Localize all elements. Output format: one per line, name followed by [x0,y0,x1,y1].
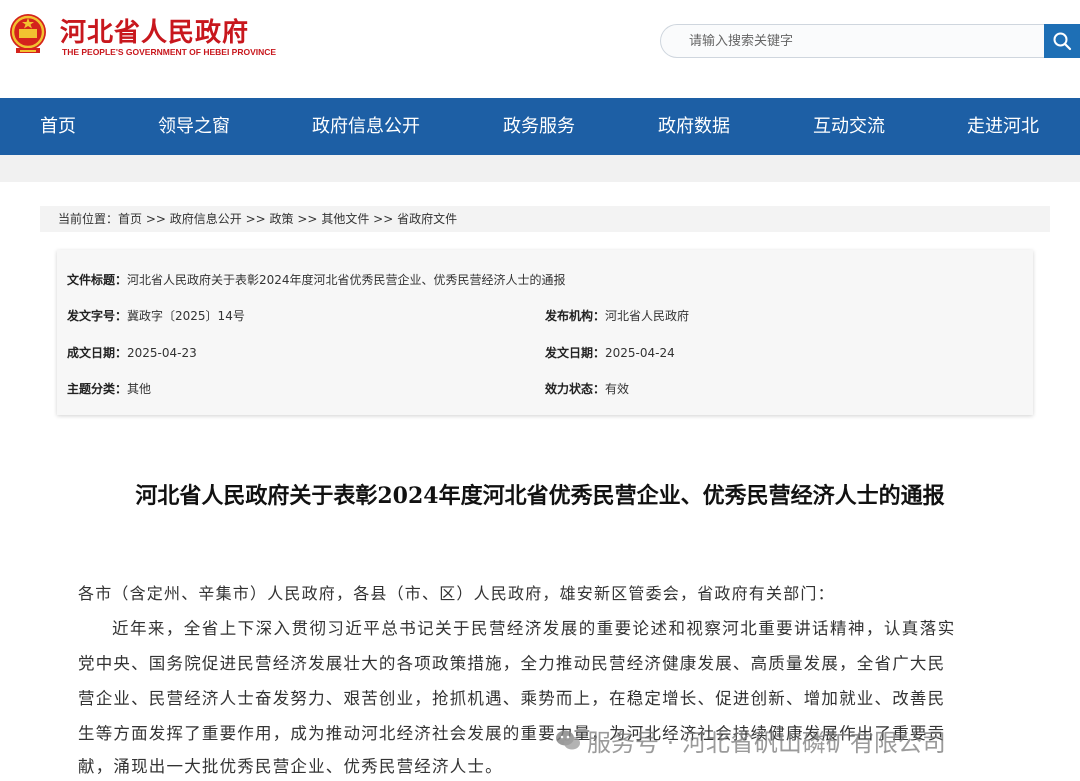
search-icon [1053,32,1072,51]
search-input[interactable] [661,25,1046,57]
document-salutation: 各市（含定州、辛集市）人民政府，各县（市、区）人民政府，雄安新区管委会，省政府有… [78,584,835,603]
search-box [660,24,1046,58]
site-header: 河北省人民政府 THE PEOPLE'S GOVERNMENT OF HEBEI… [0,0,1080,98]
breadcrumb-label: 当前位置： [58,212,119,226]
nav-shadow-band [0,155,1080,182]
breadcrumb-separator: >> [142,212,170,226]
document-body-line: 党中央、国务院促进民营经济发展壮大的各项政策措施，全力推动民营经济健康发展、高质… [78,654,946,673]
wechat-icon [556,730,580,750]
breadcrumb-separator: >> [241,212,270,226]
nav-item-data[interactable]: 政府数据 [658,98,730,155]
breadcrumb-separator: >> [293,212,322,226]
breadcrumb: 当前位置：首页 >> 政府信息公开 >> 政策 >> 其他文件 >> 省政府文件 [40,206,1050,232]
nav-item-interaction[interactable]: 互动交流 [813,98,885,155]
meta-status-value: 有效 [605,382,630,396]
breadcrumb-link-other-docs[interactable]: 其他文件 [321,212,369,226]
breadcrumb-link-home[interactable]: 首页 [118,212,142,226]
meta-status-label: 效力状态： [545,382,606,396]
meta-published-row: 发文日期：2025-04-24 [545,344,675,361]
main-nav: 首页 领导之窗 政府信息公开 政务服务 政府数据 互动交流 走进河北 [0,98,1080,155]
meta-created-label: 成文日期： [67,346,128,360]
wechat-watermark: 服务号 · 河北省矾山磷矿有限公司 [555,722,946,758]
meta-doc-no-value: 冀政字〔2025〕14号 [127,309,245,323]
document-body-line: 献，涌现出一大批优秀民营企业、优秀民营经济人士。 [78,757,503,776]
breadcrumb-separator: >> [369,212,398,226]
search-button[interactable] [1044,24,1080,58]
meta-issuer-value: 河北省人民政府 [605,309,690,323]
document-body-line: 营企业、民营经济人士奋发努力、艰苦创业，抢抓机遇、乘势而上，在稳定增长、促进创新… [78,689,946,708]
meta-title-row: 文件标题：河北省人民政府关于表彰2024年度河北省优秀民营企业、优秀民营经济人士… [67,271,566,288]
watermark-text: 服务号 · 河北省矾山磷矿有限公司 [587,728,946,757]
meta-created-value: 2025-04-23 [127,346,197,360]
breadcrumb-link-policy[interactable]: 政策 [270,212,294,226]
meta-category-row: 主题分类：其他 [67,380,151,397]
meta-status-row: 效力状态：有效 [545,380,629,397]
breadcrumb-link-provincial-docs[interactable]: 省政府文件 [397,212,457,226]
meta-doc-no-row: 发文字号：冀政字〔2025〕14号 [67,307,245,324]
national-emblem-icon[interactable] [8,12,48,56]
meta-created-row: 成文日期：2025-04-23 [67,344,197,361]
site-name-english: THE PEOPLE'S GOVERNMENT OF HEBEI PROVINC… [62,47,277,57]
meta-doc-no-label: 发文字号： [67,309,128,323]
meta-title-value: 河北省人民政府关于表彰2024年度河北省优秀民营企业、优秀民营经济人士的通报 [127,273,566,287]
nav-item-services[interactable]: 政务服务 [503,98,575,155]
meta-published-value: 2025-04-24 [605,346,675,360]
site-name[interactable]: 河北省人民政府 [60,12,249,49]
nav-item-leaders[interactable]: 领导之窗 [158,98,230,155]
document-metadata-box: 文件标题：河北省人民政府关于表彰2024年度河北省优秀民营企业、优秀民营经济人士… [57,250,1033,415]
meta-published-label: 发文日期： [545,346,606,360]
meta-issuer-label: 发布机构： [545,309,606,323]
nav-item-about-hebei[interactable]: 走进河北 [967,98,1039,155]
meta-title-label: 文件标题： [67,273,128,287]
document-title: 河北省人民政府关于表彰2024年度河北省优秀民营企业、优秀民营经济人士的通报 [135,483,945,509]
document-body-line: 近年来，全省上下深入贯彻习近平总书记关于民营经济发展的重要论述和视察河北重要讲话… [112,619,956,638]
breadcrumb-link-gov-info[interactable]: 政府信息公开 [170,212,242,226]
nav-item-gov-info[interactable]: 政府信息公开 [312,98,420,155]
nav-item-home[interactable]: 首页 [40,98,76,155]
meta-category-value: 其他 [127,382,152,396]
meta-category-label: 主题分类： [67,382,128,396]
meta-issuer-row: 发布机构：河北省人民政府 [545,307,689,324]
